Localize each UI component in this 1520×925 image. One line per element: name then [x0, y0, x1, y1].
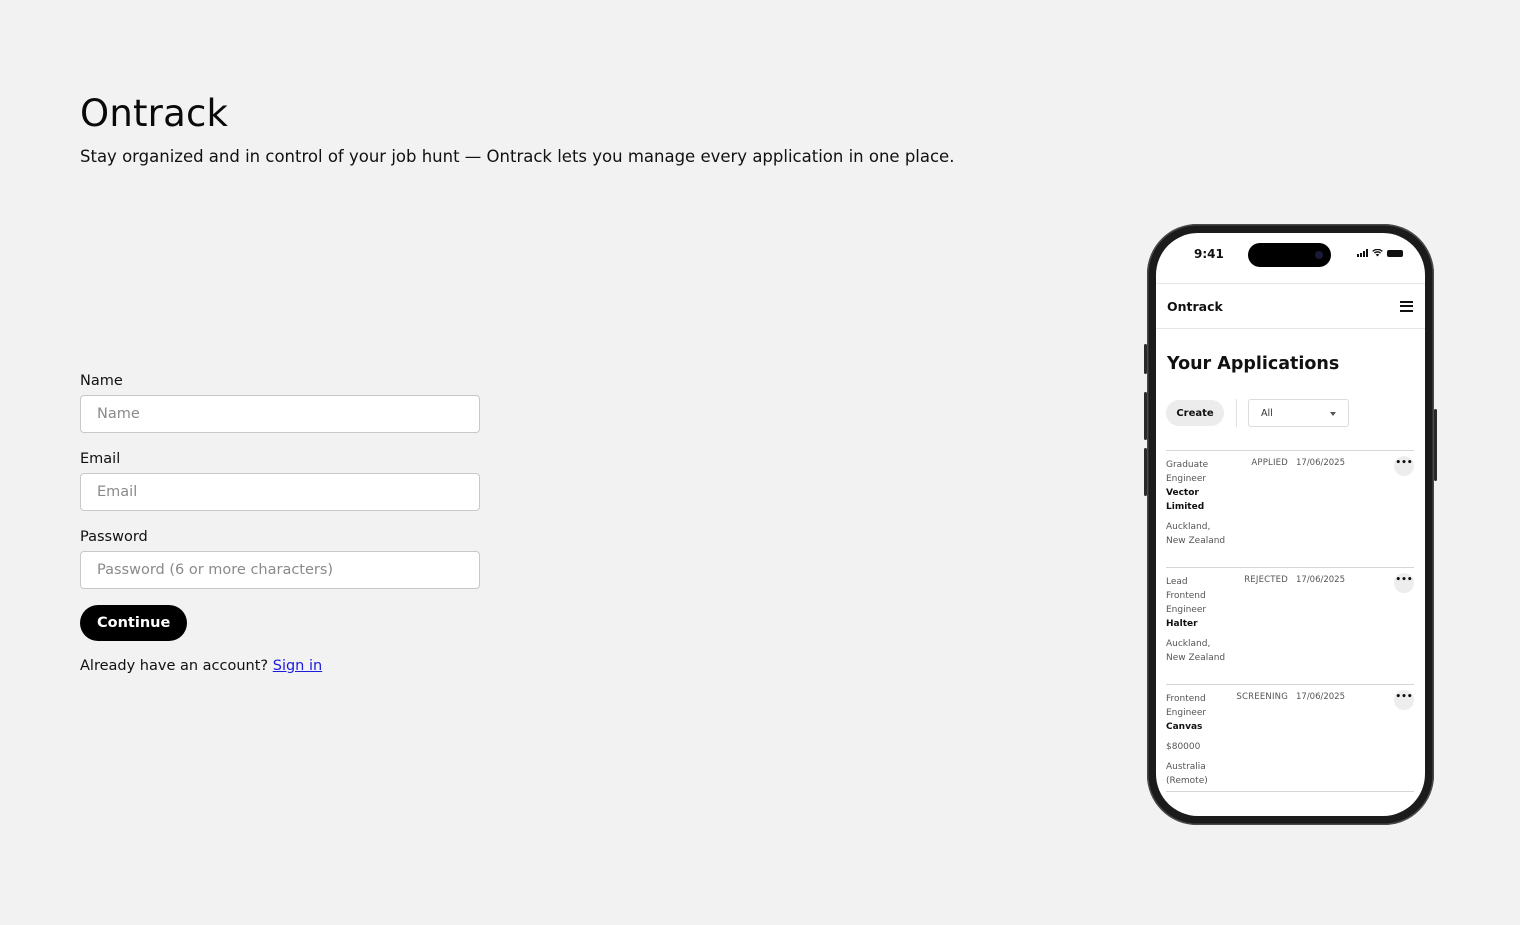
- application-company: Halter: [1166, 619, 1198, 629]
- status-icons: [1357, 249, 1403, 257]
- application-location: Auckland, New Zealand: [1166, 639, 1226, 663]
- more-options-icon[interactable]: •••: [1394, 690, 1414, 710]
- filter-value: All: [1261, 408, 1273, 419]
- hamburger-icon[interactable]: [1400, 301, 1413, 312]
- application-row[interactable]: Lead Frontend Engineer Halter Auckland, …: [1166, 567, 1414, 684]
- status-time: 9:41: [1194, 247, 1224, 261]
- application-row[interactable]: Graduate Engineer Vector Limited Aucklan…: [1166, 450, 1414, 567]
- status-bar: 9:41: [1156, 233, 1425, 281]
- application-date: 17/06/2025: [1296, 575, 1345, 585]
- name-input[interactable]: [80, 395, 480, 433]
- signin-row: Already have an account? Sign in: [80, 658, 480, 674]
- application-status: APPLIED: [1251, 458, 1288, 468]
- application-role: Lead Frontend Engineer: [1166, 577, 1207, 615]
- chevron-down-icon: [1330, 412, 1336, 416]
- application-date: 17/06/2025: [1296, 692, 1345, 702]
- email-label: Email: [80, 451, 121, 467]
- signup-form: Name Email Password Continue Already hav…: [80, 372, 480, 674]
- password-input[interactable]: [80, 551, 480, 589]
- app-brand[interactable]: Ontrack: [1167, 299, 1223, 314]
- application-role: Graduate Engineer: [1166, 460, 1209, 484]
- dynamic-island: [1248, 243, 1331, 267]
- phone-side-button: [1144, 344, 1147, 374]
- name-label: Name: [80, 373, 123, 389]
- application-status: REJECTED: [1244, 575, 1288, 585]
- name-field-group: Name: [80, 372, 480, 433]
- camera-icon: [1315, 251, 1323, 259]
- page-title: Ontrack: [80, 92, 229, 135]
- application-details: Graduate Engineer Vector Limited Aucklan…: [1166, 458, 1226, 548]
- application-status: SCREENING: [1236, 692, 1288, 702]
- continue-button[interactable]: Continue: [80, 605, 188, 641]
- application-company: Vector Limited: [1166, 488, 1205, 512]
- wifi-icon: [1372, 249, 1383, 257]
- application-location: Australia (Remote): [1166, 762, 1208, 786]
- page-subtitle: Stay organized and in control of your jo…: [80, 147, 955, 166]
- application-row[interactable]: Frontend Engineer Canvas $80000 Australi…: [1166, 684, 1414, 792]
- email-field-group: Email: [80, 450, 480, 511]
- email-input[interactable]: [80, 473, 480, 511]
- password-field-group: Password: [80, 528, 480, 589]
- battery-icon: [1387, 249, 1403, 257]
- phone-screen: 9:41 Ontrack Your Applications Create Al…: [1156, 233, 1425, 816]
- application-location: Auckland, New Zealand: [1166, 522, 1226, 546]
- application-date: 17/06/2025: [1296, 458, 1345, 468]
- application-details: Lead Frontend Engineer Halter Auckland, …: [1166, 575, 1226, 665]
- password-label: Password: [80, 529, 148, 545]
- more-options-icon[interactable]: •••: [1394, 573, 1414, 593]
- application-details: Frontend Engineer Canvas $80000 Australi…: [1166, 692, 1226, 788]
- application-role: Frontend Engineer: [1166, 694, 1207, 718]
- create-button[interactable]: Create: [1166, 400, 1224, 426]
- application-company: Canvas: [1166, 722, 1203, 732]
- phone-side-button: [1434, 409, 1437, 481]
- phone-mockup: 9:41 Ontrack Your Applications Create Al…: [1144, 224, 1437, 825]
- application-salary: $80000: [1166, 742, 1201, 752]
- app-header: Ontrack: [1156, 283, 1425, 329]
- applications-list: Graduate Engineer Vector Limited Aucklan…: [1166, 450, 1414, 792]
- signin-link[interactable]: Sign in: [273, 658, 322, 674]
- phone-side-button: [1144, 448, 1147, 496]
- more-options-icon[interactable]: •••: [1394, 456, 1414, 476]
- signin-prompt: Already have an account?: [80, 658, 269, 674]
- divider: [1236, 399, 1237, 427]
- applications-heading: Your Applications: [1167, 354, 1340, 374]
- phone-side-button: [1144, 392, 1147, 440]
- status-filter-select[interactable]: All: [1248, 399, 1349, 427]
- signal-icon: [1357, 249, 1368, 257]
